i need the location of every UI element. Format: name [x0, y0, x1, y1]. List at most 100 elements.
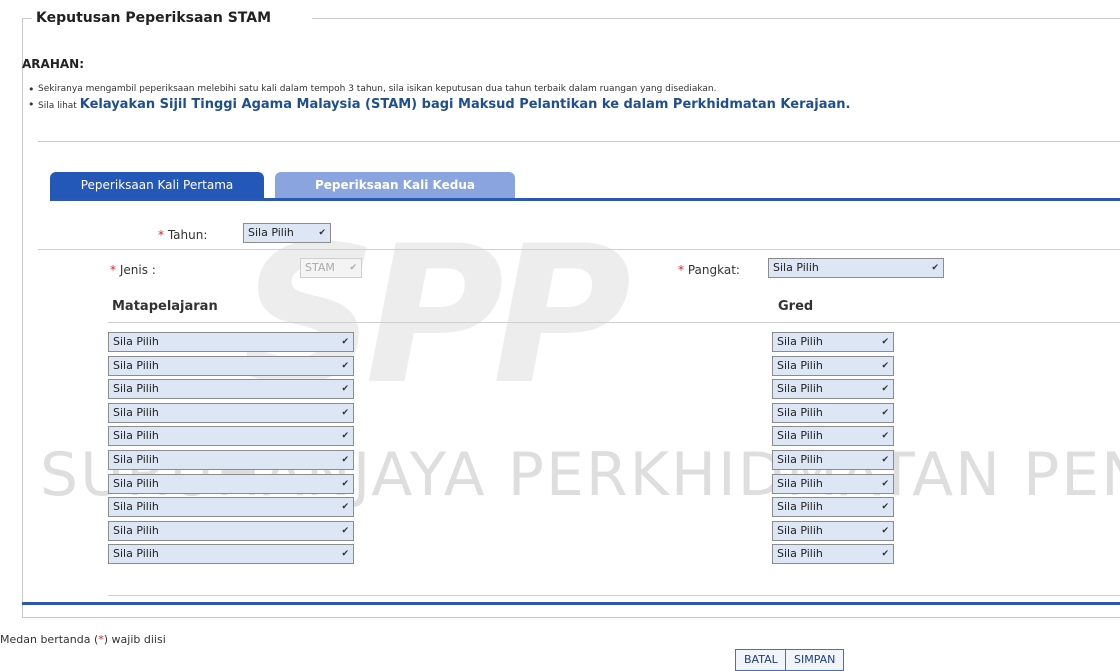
subject-select[interactable]: Sila Pilih ✔ — [108, 473, 354, 494]
grade-select-value: Sila Pilih — [777, 382, 823, 396]
subject-select-value: Sila Pilih — [113, 523, 159, 537]
chevron-down-icon: ✔ — [881, 407, 889, 418]
stam-eligibility-link[interactable]: Kelayakan Sijil Tinggi Agama Malaysia (S… — [80, 97, 851, 112]
subject-select-value: Sila Pilih — [113, 453, 159, 466]
instruction-text: Sekiranya mengambil peperiksaan melebihi… — [38, 84, 717, 94]
tahun-label: * Tahun: — [158, 228, 207, 242]
grade-select-value: Sila Pilih — [777, 405, 823, 419]
subject-select-value: Sila Pilih — [113, 476, 159, 490]
instructions-list: Sekiranya mengambil peperiksaan melebihi… — [28, 82, 850, 114]
subject-select[interactable]: Sila Pilih ✔ — [108, 402, 354, 423]
cancel-button[interactable]: BATAL — [735, 649, 787, 671]
grade-select-value: Sila Pilih — [777, 358, 823, 372]
grade-select-value: Sila Pilih — [777, 547, 823, 561]
pangkat-label-text: Pangkat: — [687, 263, 740, 277]
tahun-select[interactable]: Sila Pilih ✔ — [243, 223, 331, 243]
fieldset-border-left — [22, 18, 23, 618]
chevron-down-icon: ✔ — [881, 384, 889, 395]
grade-select[interactable]: Sila Pilih ✔ — [772, 402, 894, 423]
grade-select-value: Sila Pilih — [777, 500, 823, 514]
chevron-down-icon: ✔ — [881, 525, 889, 536]
grade-select[interactable]: Sila Pilih ✔ — [772, 355, 894, 376]
fieldset-border-top-right — [312, 18, 1120, 19]
table-bottom-divider — [108, 595, 1120, 596]
header-divider — [108, 322, 1120, 323]
grade-select-value: Sila Pilih — [777, 523, 823, 537]
grade-select-value: Sila Pilih — [777, 476, 823, 490]
subject-select[interactable]: Sila Pilih ✔ — [108, 426, 354, 447]
grade-select[interactable]: Sila Pilih ✔ — [772, 497, 894, 518]
chevron-down-icon: ✔ — [341, 360, 349, 371]
save-button[interactable]: SIMPAN — [785, 649, 845, 671]
grade-select-value: Sila Pilih — [777, 335, 823, 348]
required-mark: * — [110, 263, 116, 277]
chevron-down-icon: ✔ — [881, 431, 889, 442]
fieldset-border-bottom — [22, 617, 1120, 618]
subject-select-value: Sila Pilih — [113, 429, 159, 443]
tab-second-exam[interactable]: Peperiksaan Kali Kedua — [275, 172, 515, 200]
subject-column-header: Matapelajaran — [112, 299, 218, 314]
note-suffix: ) wajib diisi — [103, 633, 166, 646]
chevron-down-icon: ✔ — [341, 478, 349, 489]
subject-select[interactable]: Sila Pilih ✔ — [108, 332, 354, 352]
instructions-title: ARAHAN: — [22, 57, 84, 71]
chevron-down-icon: ✔ — [881, 455, 889, 465]
jenis-select-value: STAM — [305, 261, 335, 274]
divider — [38, 141, 1120, 142]
subject-select-value: Sila Pilih — [113, 335, 159, 348]
chevron-down-icon: ✔ — [341, 455, 349, 465]
note-prefix: Medan bertanda ( — [0, 633, 99, 646]
subject-select-value: Sila Pilih — [113, 382, 159, 396]
row-divider — [38, 249, 1120, 250]
chevron-down-icon: ✔ — [881, 549, 889, 560]
required-fields-note: Medan bertanda (*) wajib diisi — [0, 633, 166, 646]
grade-select[interactable]: Sila Pilih ✔ — [772, 520, 894, 541]
subject-select[interactable]: Sila Pilih ✔ — [108, 544, 354, 565]
chevron-down-icon: ✔ — [881, 478, 889, 489]
fieldset-border-top — [22, 18, 32, 19]
grade-select-value: Sila Pilih — [777, 453, 823, 466]
subject-select-value: Sila Pilih — [113, 405, 159, 419]
chevron-down-icon: ✔ — [341, 337, 349, 347]
grade-column-header: Gred — [778, 299, 814, 314]
chevron-down-icon: ✔ — [341, 431, 349, 442]
grade-select[interactable]: Sila Pilih ✔ — [772, 544, 894, 565]
subject-select[interactable]: Sila Pilih ✔ — [108, 379, 354, 400]
chevron-down-icon: ✔ — [341, 549, 349, 560]
chevron-down-icon: ✔ — [881, 360, 889, 371]
chevron-down-icon: ✔ — [349, 263, 357, 273]
subject-select[interactable]: Sila Pilih ✔ — [108, 355, 354, 376]
chevron-down-icon: ✔ — [931, 263, 939, 273]
grade-select[interactable]: Sila Pilih ✔ — [772, 332, 894, 352]
subject-select[interactable]: Sila Pilih ✔ — [108, 520, 354, 541]
subject-select[interactable]: Sila Pilih ✔ — [108, 450, 354, 470]
required-mark: * — [678, 263, 684, 277]
chevron-down-icon: ✔ — [341, 502, 349, 513]
grade-select[interactable]: Sila Pilih ✔ — [772, 473, 894, 494]
pangkat-select-value: Sila Pilih — [773, 261, 819, 274]
grade-select[interactable]: Sila Pilih ✔ — [772, 379, 894, 400]
chevron-down-icon: ✔ — [318, 228, 326, 238]
tab-first-exam[interactable]: Peperiksaan Kali Pertama — [50, 172, 264, 200]
pangkat-select[interactable]: Sila Pilih ✔ — [768, 258, 944, 278]
required-mark: * — [158, 228, 164, 242]
chevron-down-icon: ✔ — [341, 407, 349, 418]
tahun-select-value: Sila Pilih — [248, 226, 294, 239]
subject-select-value: Sila Pilih — [113, 500, 159, 514]
chevron-down-icon: ✔ — [341, 384, 349, 395]
chevron-down-icon: ✔ — [341, 525, 349, 536]
instruction-text: Sila lihat — [38, 101, 77, 111]
pangkat-label: * Pangkat: — [678, 263, 740, 277]
section-legend: Keputusan Peperiksaan STAM — [36, 10, 280, 26]
grade-select[interactable]: Sila Pilih ✔ — [772, 450, 894, 470]
subject-select-value: Sila Pilih — [113, 358, 159, 372]
instruction-item: Sila lihat Kelayakan Sijil Tinggi Agama … — [28, 97, 850, 114]
chevron-down-icon: ✔ — [881, 502, 889, 513]
tabs-underline — [50, 198, 1120, 201]
subject-select[interactable]: Sila Pilih ✔ — [108, 497, 354, 518]
tahun-label-text: Tahun: — [167, 228, 208, 242]
subject-select-value: Sila Pilih — [113, 547, 159, 561]
instruction-item: Sekiranya mengambil peperiksaan melebihi… — [28, 82, 850, 97]
grade-select[interactable]: Sila Pilih ✔ — [772, 426, 894, 447]
jenis-label-text: Jenis : — [119, 263, 156, 277]
